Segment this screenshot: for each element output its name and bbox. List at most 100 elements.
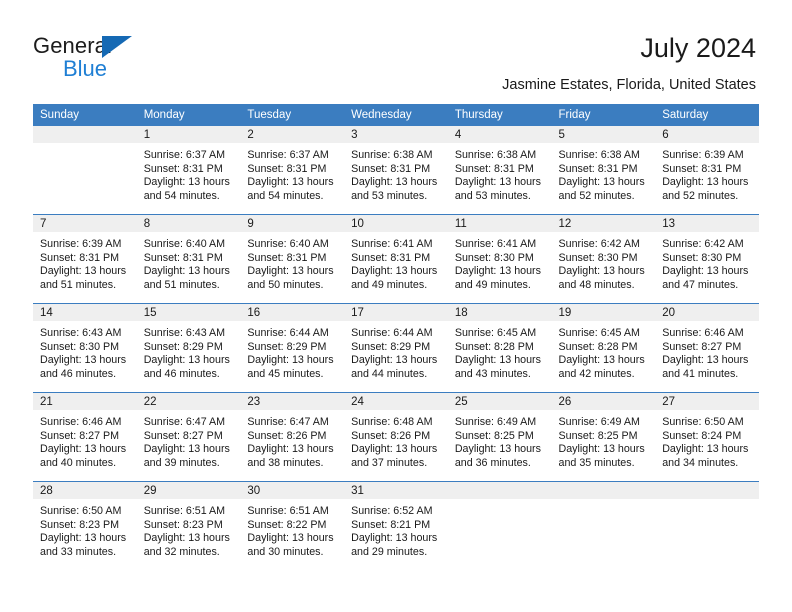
sunset-time: Sunset: 8:31 PM <box>247 251 327 264</box>
calendar-day[interactable]: 15 Sunrise: 6:43 AM Sunset: 8:29 PM Dayligh… <box>136 304 241 392</box>
daylight-duration-line1: Daylight: 13 hours <box>662 176 749 189</box>
sunrise-time: Sunrise: 6:43 AM <box>143 327 226 339</box>
calendar-day[interactable]: 2 Sunrise: 6:37 AM Sunset: 8:31 PM Daylight… <box>240 126 345 214</box>
daylight-duration-line1: Daylight: 13 hours <box>558 265 645 278</box>
calendar-day[interactable]: 8 Sunrise: 6:40 AM Sunset: 8:31 PM Daylight… <box>136 215 241 303</box>
calendar-day-cell: 17 Sunrise: 6:44 AM Sunset: 8:29 PM Dayligh… <box>344 303 448 393</box>
daylight-duration-line1: Daylight: 13 hours <box>143 265 230 278</box>
calendar-day[interactable]: 29 Sunrise: 6:51 AM Sunset: 8:23 PM Dayligh… <box>136 482 241 570</box>
sunset-time: Sunset: 8:31 PM <box>351 251 431 264</box>
sunrise-time: Sunrise: 6:37 AM <box>143 149 226 161</box>
calendar-day-cell: 6 Sunrise: 6:39 AM Sunset: 8:31 PM Daylight… <box>655 126 759 215</box>
calendar-day[interactable]: 26 Sunrise: 6:49 AM Sunset: 8:25 PM Dayligh… <box>551 393 656 481</box>
calendar-day[interactable]: 30 Sunrise: 6:51 AM Sunset: 8:22 PM Dayligh… <box>240 482 345 570</box>
calendar-day[interactable]: 10 Sunrise: 6:41 AM Sunset: 8:31 PM Dayligh… <box>344 215 448 303</box>
sunrise-time: Sunrise: 6:38 AM <box>454 149 537 161</box>
day-details: Sunrise: 6:52 AM Sunset: 8:21 PM Daylight:… <box>344 499 448 559</box>
sunrise-time: Sunrise: 6:51 AM <box>247 505 329 517</box>
day-details: Sunrise: 6:51 AM Sunset: 8:22 PM Daylight:… <box>240 499 344 559</box>
calendar-day[interactable]: 22 Sunrise: 6:47 AM Sunset: 8:27 PM Dayligh… <box>136 393 241 481</box>
calendar-day[interactable]: 9 Sunrise: 6:40 AM Sunset: 8:31 PM Daylight… <box>240 215 345 303</box>
day-number: 12 <box>551 215 656 232</box>
calendar-day[interactable]: 27 Sunrise: 6:50 AM Sunset: 8:24 PM Dayligh… <box>655 393 759 481</box>
daylight-duration-line2: and 45 minutes. <box>247 367 324 380</box>
calendar-day-cell: 14 Sunrise: 6:43 AM Sunset: 8:30 PM Dayligh… <box>33 303 137 393</box>
calendar-day[interactable]: 7 Sunrise: 6:39 AM Sunset: 8:31 PM Daylight… <box>33 215 137 303</box>
day-number: 15 <box>136 304 241 321</box>
sunrise-time: Sunrise: 6:44 AM <box>247 327 329 339</box>
day-number: 11 <box>447 215 552 232</box>
day-details: Sunrise: 6:48 AM Sunset: 8:26 PM Daylight:… <box>344 410 448 470</box>
daylight-duration-line2: and 46 minutes. <box>143 367 220 380</box>
calendar-day[interactable]: 13 Sunrise: 6:42 AM Sunset: 8:30 PM Dayligh… <box>655 215 759 303</box>
calendar-day[interactable]: 5 Sunrise: 6:38 AM Sunset: 8:31 PM Daylight… <box>551 126 656 214</box>
sunrise-time: Sunrise: 6:46 AM <box>40 416 122 428</box>
daylight-duration-line1: Daylight: 13 hours <box>40 443 127 456</box>
day-details: Sunrise: 6:38 AM Sunset: 8:31 PM Daylight:… <box>344 143 448 203</box>
daylight-duration-line1: Daylight: 13 hours <box>351 443 438 456</box>
day-details: Sunrise: 6:47 AM Sunset: 8:27 PM Daylight:… <box>137 410 241 470</box>
sunrise-time: Sunrise: 6:45 AM <box>558 327 640 339</box>
calendar-day-cell: 20 Sunrise: 6:46 AM Sunset: 8:27 PM Dayligh… <box>655 303 759 393</box>
calendar-day[interactable]: 4 Sunrise: 6:38 AM Sunset: 8:31 PM Daylight… <box>447 126 552 214</box>
sunrise-time: Sunrise: 6:43 AM <box>40 327 122 339</box>
day-details: Sunrise: 6:38 AM Sunset: 8:31 PM Daylight:… <box>448 143 552 203</box>
calendar-day[interactable]: 17 Sunrise: 6:44 AM Sunset: 8:29 PM Dayligh… <box>344 304 448 392</box>
sunrise-time: Sunrise: 6:42 AM <box>558 238 640 250</box>
sunset-time: Sunset: 8:27 PM <box>662 340 742 353</box>
calendar-day-cell: 3 Sunrise: 6:38 AM Sunset: 8:31 PM Daylight… <box>344 126 448 215</box>
calendar-day[interactable]: 19 Sunrise: 6:45 AM Sunset: 8:28 PM Dayligh… <box>551 304 656 392</box>
calendar-day[interactable]: 23 Sunrise: 6:47 AM Sunset: 8:26 PM Dayligh… <box>240 393 345 481</box>
day-details: Sunrise: 6:49 AM Sunset: 8:25 PM Daylight:… <box>552 410 656 470</box>
weekday-header-saturday: Saturday <box>655 104 759 126</box>
day-number: 25 <box>447 393 552 410</box>
calendar-day-cell: 25 Sunrise: 6:49 AM Sunset: 8:25 PM Dayligh… <box>447 392 552 482</box>
day-details: Sunrise: 6:43 AM Sunset: 8:30 PM Daylight:… <box>33 321 137 381</box>
daylight-duration-line2: and 42 minutes. <box>558 367 635 380</box>
daylight-duration-line2: and 37 minutes. <box>351 456 428 469</box>
daylight-duration-line1: Daylight: 13 hours <box>558 354 645 367</box>
calendar-day[interactable]: 3 Sunrise: 6:38 AM Sunset: 8:31 PM Daylight… <box>344 126 448 214</box>
day-number: 19 <box>551 304 656 321</box>
calendar-day[interactable]: 1 Sunrise: 6:37 AM Sunset: 8:31 PM Daylight… <box>136 126 241 214</box>
calendar-day[interactable]: 6 Sunrise: 6:39 AM Sunset: 8:31 PM Daylight… <box>655 126 759 214</box>
calendar-week-row: 7 Sunrise: 6:39 AM Sunset: 8:31 PM Daylight… <box>33 214 759 304</box>
sunrise-sunset-calendar: Sunday Monday Tuesday Wednesday Thursday… <box>33 104 759 570</box>
calendar-day[interactable]: 16 Sunrise: 6:44 AM Sunset: 8:29 PM Dayligh… <box>240 304 345 392</box>
calendar-day[interactable]: 28 Sunrise: 6:50 AM Sunset: 8:23 PM Dayligh… <box>33 482 137 570</box>
calendar-body: 1 Sunrise: 6:37 AM Sunset: 8:31 PM Daylight… <box>33 126 759 570</box>
daylight-duration-line1: Daylight: 13 hours <box>454 443 541 456</box>
calendar-day[interactable]: 12 Sunrise: 6:42 AM Sunset: 8:30 PM Dayligh… <box>551 215 656 303</box>
weekday-header-monday: Monday <box>136 104 241 126</box>
daylight-duration-line1: Daylight: 13 hours <box>143 354 230 367</box>
sunset-time: Sunset: 8:23 PM <box>143 518 223 531</box>
daylight-duration-line2: and 40 minutes. <box>40 456 117 469</box>
daylight-duration-line2: and 49 minutes. <box>351 278 428 291</box>
daylight-duration-line2: and 53 minutes. <box>351 189 428 202</box>
day-details: Sunrise: 6:40 AM Sunset: 8:31 PM Daylight:… <box>240 232 344 292</box>
sunset-time: Sunset: 8:26 PM <box>247 429 327 442</box>
calendar-day-empty <box>655 482 759 570</box>
sunset-time: Sunset: 8:31 PM <box>351 162 431 175</box>
day-details: Sunrise: 6:49 AM Sunset: 8:25 PM Daylight:… <box>448 410 552 470</box>
logo-word-blue: Blue <box>63 56 108 81</box>
calendar-day[interactable]: 18 Sunrise: 6:45 AM Sunset: 8:28 PM Dayligh… <box>447 304 552 392</box>
weekday-header-thursday: Thursday <box>447 104 552 126</box>
sunrise-time: Sunrise: 6:42 AM <box>662 238 744 250</box>
calendar-day-cell: 15 Sunrise: 6:43 AM Sunset: 8:29 PM Dayligh… <box>136 303 241 393</box>
calendar-day[interactable]: 31 Sunrise: 6:52 AM Sunset: 8:21 PM Dayligh… <box>344 482 448 570</box>
daylight-duration-line2: and 46 minutes. <box>40 367 117 380</box>
calendar-day-cell: 29 Sunrise: 6:51 AM Sunset: 8:23 PM Dayligh… <box>136 481 241 570</box>
day-details: Sunrise: 6:46 AM Sunset: 8:27 PM Daylight:… <box>655 321 759 381</box>
sunset-time: Sunset: 8:28 PM <box>454 340 534 353</box>
calendar-day[interactable]: 20 Sunrise: 6:46 AM Sunset: 8:27 PM Dayligh… <box>655 304 759 392</box>
daylight-duration-line2: and 30 minutes. <box>247 545 324 558</box>
day-details: Sunrise: 6:37 AM Sunset: 8:31 PM Daylight:… <box>240 143 344 203</box>
day-number: 14 <box>33 304 137 321</box>
day-number: 7 <box>33 215 137 232</box>
calendar-day[interactable]: 25 Sunrise: 6:49 AM Sunset: 8:25 PM Dayligh… <box>447 393 552 481</box>
calendar-day[interactable]: 21 Sunrise: 6:46 AM Sunset: 8:27 PM Dayligh… <box>33 393 137 481</box>
calendar-day[interactable]: 14 Sunrise: 6:43 AM Sunset: 8:30 PM Dayligh… <box>33 304 137 392</box>
calendar-day[interactable]: 24 Sunrise: 6:48 AM Sunset: 8:26 PM Dayligh… <box>344 393 448 481</box>
calendar-day[interactable]: 11 Sunrise: 6:41 AM Sunset: 8:30 PM Dayligh… <box>447 215 552 303</box>
